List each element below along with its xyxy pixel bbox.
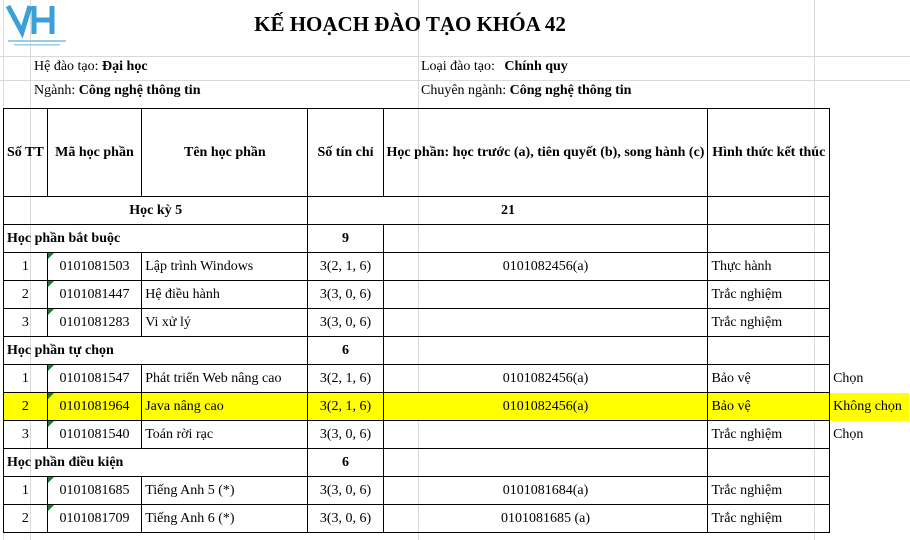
note-cell	[830, 449, 910, 477]
cell-note[interactable]	[830, 309, 910, 337]
header-so-tin-chi[interactable]: Số tín chỉ	[307, 108, 384, 197]
semester-label[interactable]: Học kỳ 5	[2, 196, 309, 225]
section-credits[interactable]: 6	[307, 336, 384, 365]
header-ma-hoc-phan[interactable]: Mã học phần	[46, 108, 143, 197]
table-row: 1 0101081503 Lập trình Windows 3(2, 1, 6) 01…	[3, 252, 910, 281]
cell-ma-hoc-phan[interactable]: 0101081540	[46, 420, 143, 449]
section-credits[interactable]: 9	[307, 224, 384, 253]
cell-stt[interactable]: 3	[3, 308, 48, 337]
note-cell	[830, 225, 910, 253]
section-label[interactable]: Học phần bắt buộc	[2, 224, 309, 253]
section-label[interactable]: Học phần tự chọn	[2, 336, 309, 365]
cell-ma-hoc-phan[interactable]: 0101081283	[46, 308, 143, 337]
cell-ten-hoc-phan[interactable]: Hệ điều hành	[141, 280, 309, 309]
section-empty-cell[interactable]	[382, 224, 709, 253]
cell-note[interactable]	[830, 281, 910, 309]
section-row: Học phần điều kiện 6	[2, 448, 910, 477]
table-row: 2 0101081447 Hệ điều hành 3(3, 0, 6) Trắc ng…	[3, 280, 910, 309]
cell-note[interactable]	[830, 477, 910, 505]
cell-ten-hoc-phan[interactable]: Toán rời rạc	[141, 420, 309, 449]
header-ten-hoc-phan[interactable]: Tên học phần	[141, 108, 309, 197]
course-table: Số TT Mã học phần Tên học phần Số tín ch…	[2, 108, 910, 533]
header-stt[interactable]: Số TT	[3, 108, 48, 197]
cell-ten-hoc-phan[interactable]: Java nâng cao	[141, 392, 309, 421]
table-row: 2 0101081964 Java nâng cao 3(2, 1, 6) 010108…	[3, 392, 910, 421]
cell-stt[interactable]: 1	[3, 476, 48, 505]
semester-credits[interactable]: 21	[307, 196, 709, 225]
cell-stt[interactable]: 2	[3, 504, 48, 533]
cell-ten-hoc-phan[interactable]: Lập trình Windows	[141, 252, 309, 281]
cell-hinh-thuc[interactable]: Trắc nghiệm	[707, 308, 831, 337]
cell-stt[interactable]: 2	[3, 392, 48, 421]
section-empty-cell[interactable]	[707, 448, 831, 477]
table-row: 1 0101081547 Phát triển Web nâng cao 3(2, 1…	[3, 364, 910, 393]
section-empty-cell[interactable]	[382, 448, 709, 477]
cell-hoc-phan-truoc[interactable]	[382, 280, 709, 309]
cell-ma-hoc-phan[interactable]: 0101081964	[46, 392, 143, 421]
cell-so-tin-chi[interactable]: 3(2, 1, 6)	[307, 252, 384, 281]
section-label[interactable]: Học phần điều kiện	[2, 448, 309, 477]
cell-hoc-phan-truoc[interactable]	[382, 308, 709, 337]
header-hinh-thuc[interactable]: Hình thức kết thúc	[707, 108, 831, 197]
cell-hinh-thuc[interactable]: Thực hành	[707, 252, 831, 281]
cell-ma-hoc-phan[interactable]: 0101081709	[46, 504, 143, 533]
cell-so-tin-chi[interactable]: 3(3, 0, 6)	[307, 420, 384, 449]
cell-so-tin-chi[interactable]: 3(3, 0, 6)	[307, 476, 384, 505]
cell-stt[interactable]: 2	[3, 280, 48, 309]
cell-ma-hoc-phan[interactable]: 0101081503	[46, 252, 143, 281]
note-cell	[830, 197, 910, 225]
page-title: KẾ HOẠCH ĐÀO TẠO KHÓA 42	[254, 12, 566, 36]
section-row: Học phần tự chọn 6	[2, 336, 910, 365]
cell-hoc-phan-truoc[interactable]: 0101081685 (a)	[382, 504, 709, 533]
cell-so-tin-chi[interactable]: 3(3, 0, 6)	[307, 308, 384, 337]
table-row: 3 0101081283 Vi xử lý 3(3, 0, 6) Trắc nghiệm	[3, 308, 910, 337]
loai-dao-tao: Loại đào tạo: Chính quy	[421, 59, 568, 74]
table-row: 2 0101081709 Tiếng Anh 6 (*) 3(3, 0, 6) 0101…	[3, 504, 910, 533]
cell-ten-hoc-phan[interactable]: Tiếng Anh 6 (*)	[141, 504, 309, 533]
section-empty-cell[interactable]	[707, 336, 831, 365]
cell-hinh-thuc[interactable]: Bảo vệ	[707, 364, 831, 393]
cell-note[interactable]: Chọn	[830, 421, 910, 449]
cell-ma-hoc-phan[interactable]: 0101081447	[46, 280, 143, 309]
table-row: 3 0101081540 Toán rời rạc 3(3, 0, 6) Trắc ng…	[3, 420, 910, 449]
header-hoc-phan[interactable]: Học phần: học trước (a), tiên quyết (b),…	[382, 108, 709, 197]
cell-stt[interactable]: 3	[3, 420, 48, 449]
cell-hinh-thuc[interactable]: Trắc nghiệm	[707, 476, 831, 505]
nganh: Ngành: Công nghệ thông tin	[34, 83, 201, 98]
cell-note[interactable]	[830, 253, 910, 281]
section-empty-cell[interactable]	[382, 336, 709, 365]
cell-hinh-thuc[interactable]: Bảo vệ	[707, 392, 831, 421]
cell-ten-hoc-phan[interactable]: Phát triển Web nâng cao	[141, 364, 309, 393]
cell-note[interactable]: Không chọn	[829, 392, 910, 421]
cell-hinh-thuc[interactable]: Trắc nghiệm	[707, 420, 831, 449]
cell-hinh-thuc[interactable]: Trắc nghiệm	[707, 504, 831, 533]
cell-ma-hoc-phan[interactable]: 0101081547	[46, 364, 143, 393]
cell-so-tin-chi[interactable]: 3(3, 0, 6)	[307, 280, 384, 309]
chuyen-nganh: Chuyên ngành: Công nghệ thông tin	[421, 83, 632, 98]
cell-note[interactable]	[830, 505, 910, 533]
cell-so-tin-chi[interactable]: 3(2, 1, 6)	[307, 392, 384, 421]
cell-hoc-phan-truoc[interactable]	[382, 420, 709, 449]
note-cell	[830, 337, 910, 365]
cell-stt[interactable]: 1	[3, 364, 48, 393]
cell-ma-hoc-phan[interactable]: 0101081685	[46, 476, 143, 505]
he-dao-tao: Hệ đào tạo: Đại học	[34, 59, 148, 74]
cell-ten-hoc-phan[interactable]: Tiếng Anh 5 (*)	[141, 476, 309, 505]
cell-so-tin-chi[interactable]: 3(3, 0, 6)	[307, 504, 384, 533]
cell-note[interactable]: Chọn	[830, 365, 910, 393]
table-row: 1 0101081685 Tiếng Anh 5 (*) 3(3, 0, 6) 0101…	[3, 476, 910, 505]
section-credits[interactable]: 6	[307, 448, 384, 477]
note-column-header	[830, 109, 910, 197]
section-empty-cell[interactable]	[707, 224, 831, 253]
cell-hoc-phan-truoc[interactable]: 0101082456(a)	[382, 252, 709, 281]
semester-empty-cell[interactable]	[707, 196, 831, 225]
cell-hoc-phan-truoc[interactable]: 0101081684(a)	[382, 476, 709, 505]
cell-hoc-phan-truoc[interactable]: 0101082456(a)	[382, 364, 709, 393]
cell-so-tin-chi[interactable]: 3(2, 1, 6)	[307, 364, 384, 393]
section-row: Học phần bắt buộc 9	[2, 224, 910, 253]
cell-stt[interactable]: 1	[3, 252, 48, 281]
cell-ten-hoc-phan[interactable]: Vi xử lý	[141, 308, 309, 337]
cell-hoc-phan-truoc[interactable]: 0101082456(a)	[382, 392, 709, 421]
cell-hinh-thuc[interactable]: Trắc nghiệm	[707, 280, 831, 309]
